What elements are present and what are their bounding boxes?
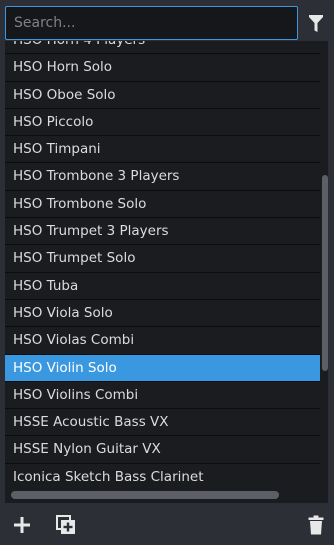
plus-icon <box>14 517 30 533</box>
duplicate-button[interactable] <box>54 513 78 537</box>
list-item[interactable]: HSO Oboe Solo <box>5 82 320 109</box>
search-input[interactable] <box>6 7 297 39</box>
list-item[interactable]: Iconica Sketch Bass Clarinet <box>5 464 320 481</box>
bottom-toolbar <box>0 503 334 545</box>
horizontal-scrollbar-thumb[interactable] <box>11 491 279 499</box>
preset-list-content: HSO Horn 4 Players HSO Horn Solo HSO Obo… <box>5 41 320 481</box>
list-item[interactable]: HSO Timpani <box>5 136 320 164</box>
list-item[interactable]: HSO Viola Solo <box>5 300 320 328</box>
vertical-scrollbar-thumb[interactable] <box>322 175 328 371</box>
list-item[interactable]: HSSE Nylon Guitar VX <box>5 436 320 464</box>
filter-funnel-icon <box>309 15 323 32</box>
add-button[interactable] <box>10 513 34 537</box>
search-box[interactable] <box>5 6 298 40</box>
filter-button[interactable] <box>304 11 328 37</box>
list-item[interactable]: HSO Horn 4 Players <box>5 41 320 55</box>
delete-button[interactable] <box>304 513 328 537</box>
list-item[interactable]: HSO Violin Solo <box>5 354 320 382</box>
trash-icon <box>308 515 324 535</box>
list-item[interactable]: HSO Horn Solo <box>5 54 320 82</box>
duplicate-plus-icon <box>56 515 75 534</box>
list-item[interactable]: HSO Violas Combi <box>5 327 320 355</box>
list-item[interactable]: HSO Trombone Solo <box>5 191 320 219</box>
list-item[interactable]: HSO Trumpet 3 Players <box>5 218 320 246</box>
list-item[interactable]: HSO Trumpet Solo <box>5 245 320 273</box>
horizontal-scrollbar[interactable] <box>5 490 320 500</box>
preset-list[interactable]: HSO Horn 4 Players HSO Horn Solo HSO Obo… <box>5 41 320 481</box>
list-item[interactable]: HSO Piccolo <box>5 109 320 137</box>
vertical-scrollbar[interactable] <box>322 41 328 481</box>
list-item[interactable]: HSSE Acoustic Bass VX <box>5 409 320 437</box>
list-item[interactable]: HSO Violins Combi <box>5 382 320 410</box>
list-item[interactable]: HSO Tuba <box>5 273 320 300</box>
list-item[interactable]: HSO Trombone 3 Players <box>5 163 320 191</box>
preset-list-panel: HSO Horn 4 Players HSO Horn Solo HSO Obo… <box>5 41 328 503</box>
